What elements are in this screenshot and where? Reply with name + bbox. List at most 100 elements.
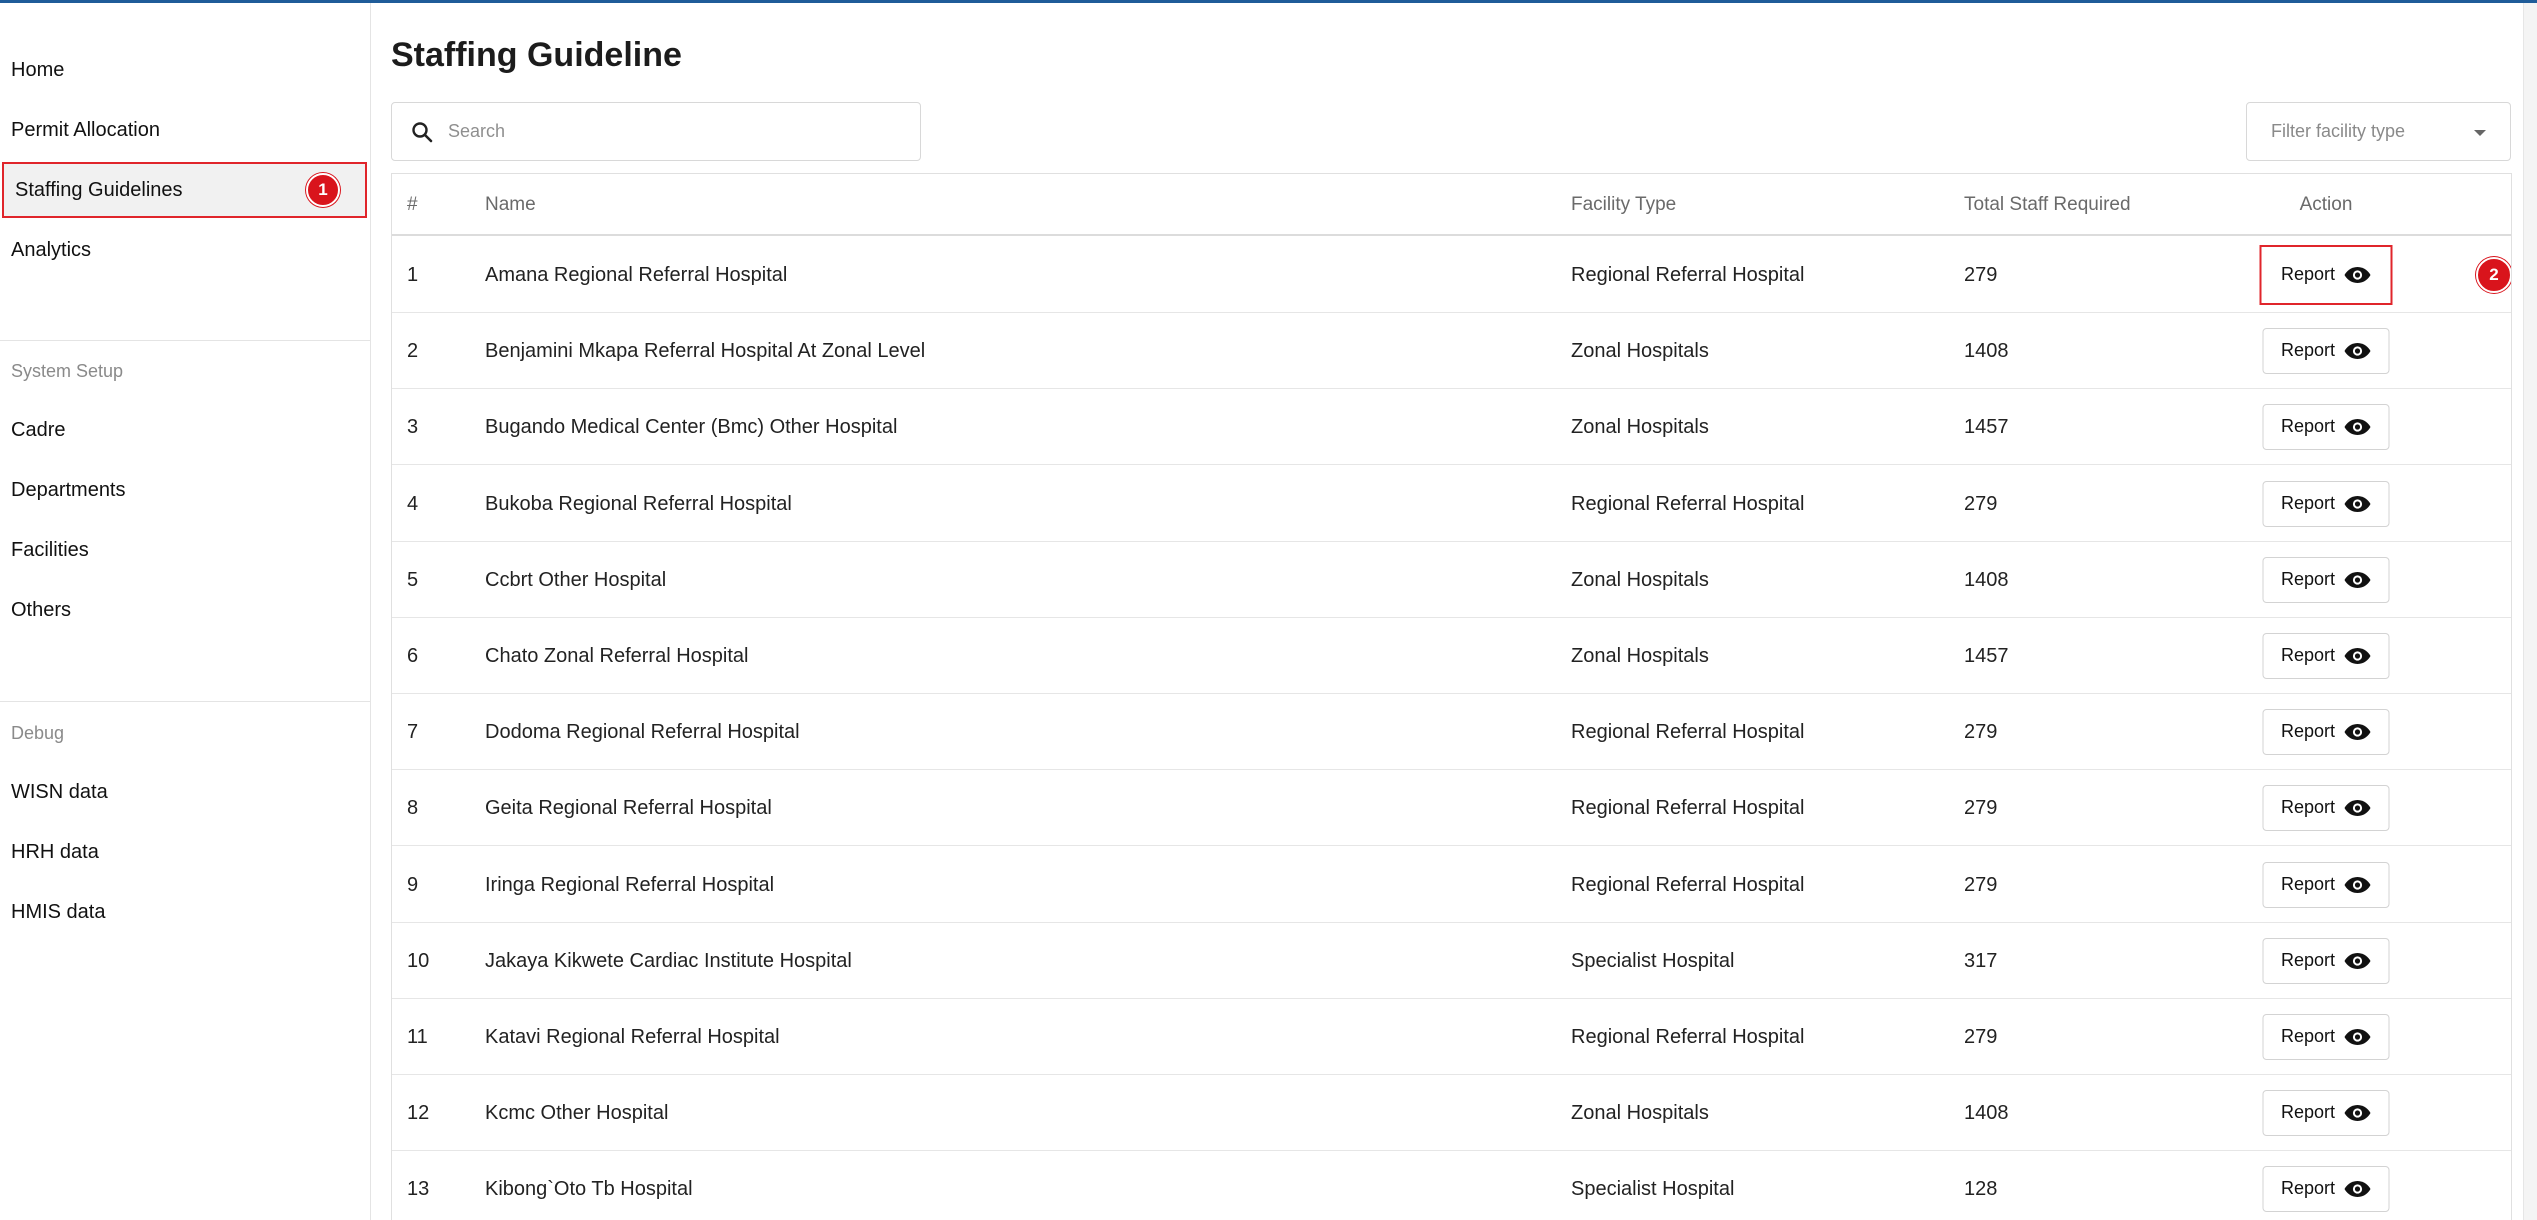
sidebar-item-hmis-data[interactable]: HMIS data (0, 884, 371, 940)
sidebar-divider (0, 340, 371, 341)
report-button[interactable]: Report (2262, 1013, 2390, 1060)
table-row: 1 Amana Regional Referral Hospital Regiona… (392, 237, 2511, 313)
column-header-number: # (407, 194, 418, 215)
facility-type: Specialist Hospital (1571, 949, 1735, 972)
facility-name: Chato Zonal Referral Hospital (485, 644, 749, 667)
row-number: 8 (407, 796, 419, 819)
report-button[interactable]: Report (2262, 632, 2390, 679)
sidebar-item-departments[interactable]: Departments (0, 462, 371, 518)
search-box[interactable] (391, 102, 921, 161)
total-staff-required: 128 (1964, 1177, 1998, 1200)
row-number: 10 (407, 949, 430, 972)
eye-icon (2343, 951, 2371, 971)
sidebar-item-label: HRH data (11, 840, 99, 863)
facility-name: Jakaya Kikwete Cardiac Institute Hospita… (485, 949, 852, 972)
table-row: 10 Jakaya Kikwete Cardiac Institute Hospi… (392, 923, 2511, 999)
report-button[interactable]: Report (2262, 1089, 2390, 1136)
row-number: 2 (407, 339, 419, 362)
eye-icon (2343, 494, 2371, 514)
table-header: # Name Facility Type Total Staff Require… (392, 174, 2511, 236)
sidebar-item-label: Facilities (11, 538, 89, 561)
facility-name: Benjamini Mkapa Referral Hospital At Zon… (485, 339, 926, 362)
search-input[interactable] (448, 121, 888, 142)
total-staff-required: 279 (1964, 492, 1998, 515)
report-button[interactable]: Report (2262, 480, 2390, 527)
column-header-action: Action (2299, 194, 2353, 215)
table-row: 13 Kibong`Oto Tb Hospital Specialist Hospi… (392, 1151, 2511, 1220)
table-row: 7 Dodoma Regional Referral Hospital Region… (392, 694, 2511, 770)
report-button[interactable]: Report (2262, 708, 2390, 755)
table-row: 9 Iringa Regional Referral Hospital Region… (392, 847, 2511, 923)
total-staff-required: 279 (1964, 263, 1998, 286)
row-number: 4 (407, 492, 419, 515)
total-staff-required: 317 (1964, 949, 1998, 972)
eye-icon (2343, 1027, 2371, 1047)
total-staff-required: 1457 (1964, 644, 2009, 667)
table-row: 11 Katavi Regional Referral Hospital Regio… (392, 999, 2511, 1075)
report-button[interactable]: Report (2262, 327, 2390, 374)
report-button[interactable]: Report (2262, 784, 2390, 831)
sidebar-item-others[interactable]: Others (0, 582, 371, 638)
sidebar-item-label: Cadre (11, 418, 66, 441)
total-staff-required: 1408 (1964, 1101, 2009, 1124)
eye-icon (2343, 798, 2371, 818)
sidebar-item-label: WISN data (11, 780, 108, 803)
row-number: 1 (407, 263, 419, 286)
sidebar-item-facilities[interactable]: Facilities (0, 522, 371, 578)
report-button-label: Report (2280, 797, 2336, 817)
page-scrollbar[interactable] (2523, 3, 2537, 1220)
eye-icon (2343, 722, 2371, 742)
sidebar-item-label: Permit Allocation (11, 118, 160, 141)
sidebar-item-label: Analytics (11, 238, 92, 261)
filter-placeholder: Filter facility type (2271, 121, 2406, 141)
eye-icon (2343, 875, 2371, 895)
facility-name: Bukoba Regional Referral Hospital (485, 492, 792, 515)
facility-name: Ccbrt Other Hospital (485, 568, 667, 591)
facility-name: Dodoma Regional Referral Hospital (485, 720, 800, 743)
sidebar-item-label: Departments (11, 478, 126, 501)
facility-type-filter[interactable]: Filter facility type (2246, 102, 2511, 161)
sidebar: Home Permit Allocation Staffing Guidelin… (0, 3, 371, 1220)
sidebar-item-cadre[interactable]: Cadre (0, 402, 371, 458)
sidebar-item-analytics[interactable]: Analytics (0, 222, 371, 278)
annotation-badge: 1 (306, 173, 340, 207)
sidebar-item-label: HMIS data (11, 900, 106, 923)
eye-icon (2343, 646, 2371, 666)
report-button[interactable]: Report (2262, 861, 2390, 908)
table-row: 4 Bukoba Regional Referral Hospital Region… (392, 466, 2511, 542)
report-button-label: Report (2280, 950, 2336, 970)
row-number: 12 (407, 1101, 430, 1124)
facility-name: Kibong`Oto Tb Hospital (485, 1177, 693, 1200)
report-button[interactable]: Report (2259, 244, 2393, 305)
annotation-badge: 2 (2476, 256, 2511, 293)
row-number: 11 (407, 1025, 428, 1048)
sidebar-item-wisn-data[interactable]: WISN data (0, 764, 371, 820)
sidebar-item-home[interactable]: Home (0, 42, 371, 98)
report-button[interactable]: Report (2262, 937, 2390, 984)
total-staff-required: 1408 (1964, 568, 2009, 591)
eye-icon (2343, 417, 2371, 437)
eye-icon (2343, 1179, 2371, 1199)
total-staff-required: 1408 (1964, 339, 2009, 362)
report-button-label: Report (2280, 340, 2336, 360)
sidebar-item-hrh-data[interactable]: HRH data (0, 824, 371, 880)
column-header-facility-type: Facility Type (1571, 194, 1677, 215)
report-button[interactable]: Report (2262, 403, 2390, 450)
facility-name: Amana Regional Referral Hospital (485, 263, 788, 286)
table-row: 2 Benjamini Mkapa Referral Hospital At Zo… (392, 313, 2511, 389)
table-row: 6 Chato Zonal Referral Hospital Zonal Hosp… (392, 618, 2511, 694)
sidebar-item-permit-allocation[interactable]: Permit Allocation (0, 102, 371, 158)
facility-type: Regional Referral Hospital (1571, 796, 1805, 819)
facility-type: Zonal Hospitals (1571, 644, 1709, 667)
sidebar-item-staffing-guidelines[interactable]: Staffing Guidelines 1 (2, 162, 367, 218)
facility-type: Regional Referral Hospital (1571, 492, 1805, 515)
report-button-label: Report (2280, 264, 2336, 284)
table-row: 5 Ccbrt Other Hospital Zonal Hospitals 1408… (392, 542, 2511, 618)
report-button[interactable]: Report (2262, 1165, 2390, 1212)
table-row: 8 Geita Regional Referral Hospital Regiona… (392, 770, 2511, 846)
eye-icon (2343, 341, 2371, 361)
report-button[interactable]: Report (2262, 556, 2390, 603)
search-icon (408, 118, 436, 146)
column-header-name: Name (485, 194, 536, 215)
facility-name: Katavi Regional Referral Hospital (485, 1025, 780, 1048)
